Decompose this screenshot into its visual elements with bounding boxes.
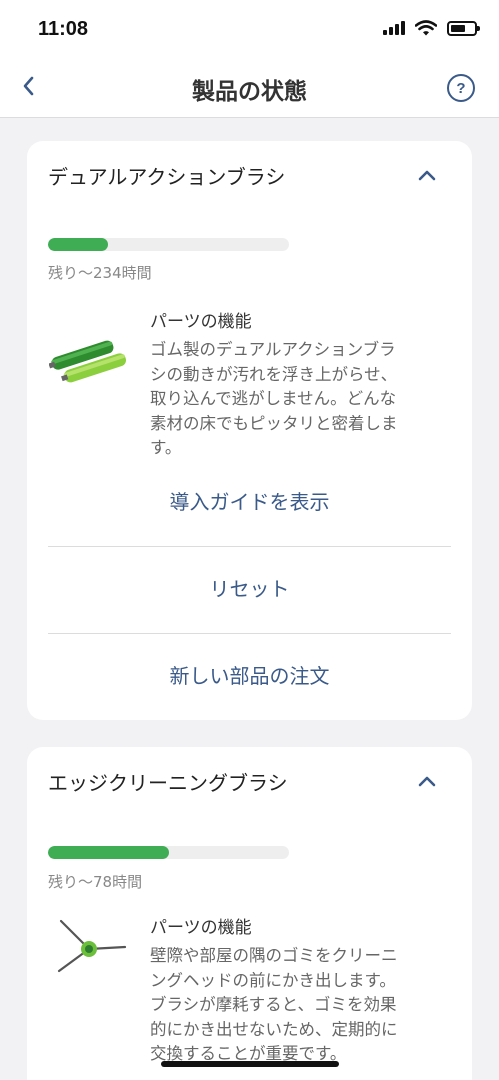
part-card-dual-action-brush: デュアルアクションブラシ 残り〜234時間 パーツの機能 ゴム製のデュアルアクシ…	[27, 141, 472, 720]
status-bar: 11:08	[0, 0, 499, 58]
dual-action-brush-image	[49, 340, 127, 383]
progress-bar	[48, 846, 289, 859]
show-guide-button[interactable]: 導入ガイドを表示	[48, 459, 451, 546]
home-indicator	[161, 1061, 339, 1067]
status-time: 11:08	[38, 18, 89, 40]
progress-fill	[48, 846, 169, 859]
feature-title: パーツの機能	[150, 918, 252, 938]
page-title: 製品の状態	[192, 79, 307, 105]
card-title: デュアルアクションブラシ	[48, 165, 286, 189]
edge-brush-image	[57, 919, 127, 973]
chevron-up-icon[interactable]	[418, 775, 436, 787]
battery-icon	[447, 20, 480, 36]
signal-icon	[383, 21, 405, 35]
card-title: エッジクリーニングブラシ	[48, 771, 288, 795]
feature-title: パーツの機能	[150, 312, 252, 332]
help-button[interactable]: ?	[447, 74, 475, 102]
part-card-edge-cleaning-brush: エッジクリーニングブラシ 残り〜78時間 パーツの機能 壁際や部屋の隅のゴミをク…	[27, 747, 472, 1080]
progress-bar	[48, 238, 289, 251]
status-icons	[383, 20, 480, 36]
order-part-button[interactable]: 新しい部品の注文	[48, 633, 451, 720]
feature-description: 壁際や部屋の隅のゴミをクリーニ ングヘッドの前にかき出します。 ブラシが摩耗する…	[150, 946, 398, 1063]
feature-description: ゴム製のデュアルアクションブラ シの動きが汚れを浮き上がらせ、 取り込んで逃がし…	[150, 340, 398, 457]
help-icon: ?	[456, 79, 466, 97]
nav-bar: 製品の状態 ?	[0, 58, 499, 118]
reset-button[interactable]: リセット	[48, 546, 451, 633]
chevron-up-icon[interactable]	[418, 169, 436, 181]
progress-fill	[48, 238, 109, 251]
remaining-time: 残り〜78時間	[48, 873, 143, 891]
wifi-icon	[415, 20, 437, 36]
remaining-time: 残り〜234時間	[48, 264, 152, 282]
